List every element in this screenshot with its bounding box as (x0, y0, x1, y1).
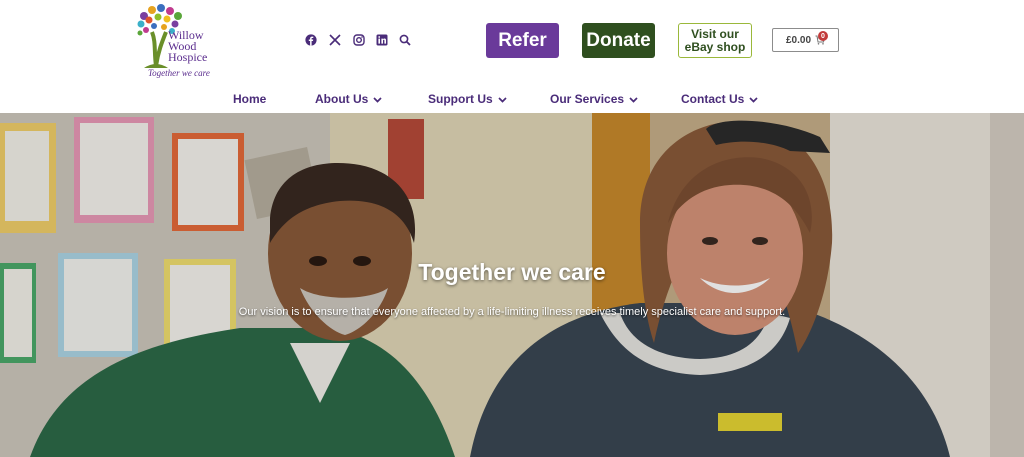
chevron-down-icon (629, 96, 638, 103)
nav-contact-us[interactable]: Contact Us (681, 91, 758, 107)
ebay-shop-line2: eBay shop (684, 39, 746, 54)
chevron-down-icon (749, 96, 758, 103)
nav-about-label: About Us (315, 92, 369, 106)
nav-support-us[interactable]: Support Us (428, 91, 507, 107)
nav-home-label: Home (233, 92, 267, 106)
nav-contact-label: Contact Us (681, 92, 745, 106)
nav-home[interactable]: Home (233, 91, 266, 107)
chevron-down-icon (373, 96, 382, 103)
refer-button[interactable]: Refer (486, 23, 559, 58)
logo-wordmark: Willow Wood Hospice (168, 29, 218, 64)
chevron-down-icon (498, 96, 507, 103)
hero-title: Together we care (418, 259, 606, 285)
nav-support-label: Support Us (428, 92, 493, 106)
ebay-shop-button[interactable]: Visit our eBay shop (678, 23, 752, 58)
site-header: Willow Wood Hospice Together we care Ref… (0, 0, 1024, 113)
hero-banner: Together we care Our vision is to ensure… (0, 113, 1024, 457)
cart-button[interactable]: £0.00 (772, 28, 839, 52)
ebay-shop-line1: Visit our (691, 26, 739, 41)
instagram-icon[interactable] (352, 33, 366, 47)
willow-wood-logo[interactable]: Willow Wood Hospice Together we care (134, 2, 218, 80)
cart-total: £0.00 (785, 34, 812, 46)
logo-name-line3: Hospice (168, 50, 208, 64)
logo-tagline: Together we care (148, 68, 210, 78)
donate-button[interactable]: Donate (582, 23, 655, 58)
linkedin-icon[interactable] (375, 33, 389, 47)
nav-about-us[interactable]: About Us (315, 91, 382, 107)
cart-count-badge: 0 (818, 31, 828, 41)
search-icon[interactable] (398, 33, 412, 47)
hero-subtitle: Our vision is to ensure that everyone af… (238, 306, 786, 318)
nav-services-label: Our Services (550, 92, 625, 106)
nav-our-services[interactable]: Our Services (550, 91, 638, 107)
x-icon[interactable] (328, 33, 342, 47)
facebook-icon[interactable] (304, 33, 318, 47)
